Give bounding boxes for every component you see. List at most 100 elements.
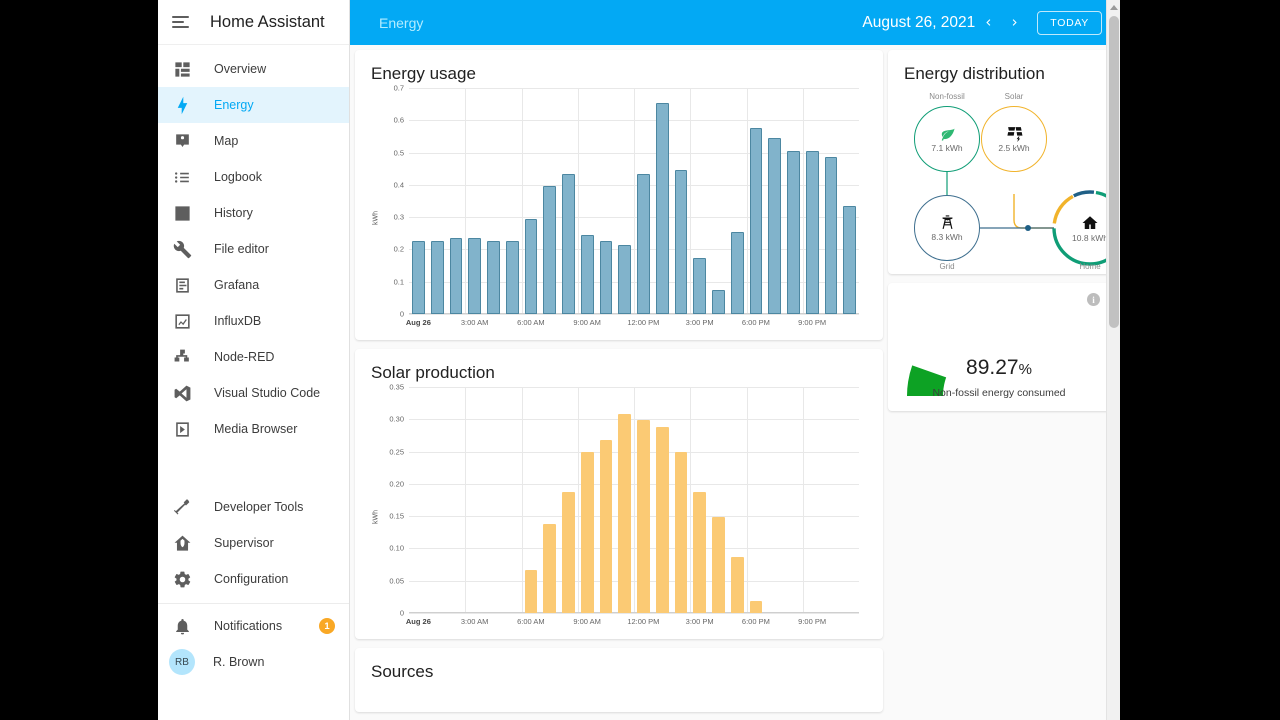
sidebar-item-node-red[interactable]: Node-RED — [158, 339, 349, 375]
chart-bar[interactable] — [430, 241, 444, 314]
chart-bar[interactable] — [674, 452, 688, 613]
node-nonfossil[interactable]: 7.1 kWh — [914, 106, 980, 172]
chart-bar[interactable] — [599, 241, 613, 314]
node-grid[interactable]: 8.3 kWh — [914, 195, 980, 261]
main-column: Energy usage kWh 0 0.1 0.2 0.3 0.4 0.5 0.6 0.7 … — [355, 50, 883, 720]
gridline-vertical — [465, 387, 467, 613]
menu-collapse-icon[interactable] — [172, 11, 194, 33]
gridline-vertical — [746, 88, 748, 314]
sitemap-icon — [170, 345, 194, 369]
node-solar[interactable]: 2.5 kWh — [981, 106, 1047, 172]
chart-box-icon — [170, 201, 194, 225]
sidebar-item-user[interactable]: RB R. Brown — [158, 644, 349, 680]
chart-bar[interactable] — [749, 601, 763, 613]
avatar: RB — [169, 649, 195, 675]
chevron-left-icon[interactable] — [975, 10, 1001, 36]
chart-bar[interactable] — [655, 102, 669, 314]
y-axis-tick: 0.3 — [393, 212, 404, 222]
sidebar-item-label: Energy — [214, 98, 254, 112]
chart-bar[interactable] — [674, 170, 688, 314]
sidebar-item-supervisor[interactable]: Supervisor — [158, 525, 349, 561]
energy-distribution-card: Energy distribution Non-fossil 7.1 kWh S… — [888, 50, 1120, 274]
sidebar-item-grafana[interactable]: Grafana — [158, 267, 349, 303]
chart-bar[interactable] — [468, 238, 481, 314]
today-button[interactable]: TODAY — [1037, 10, 1102, 35]
chart-bar[interactable] — [580, 452, 594, 613]
vertical-scrollbar[interactable] — [1106, 0, 1120, 720]
x-axis-tick: 3:00 PM — [685, 617, 714, 626]
x-axis-tick: 6:00 AM — [517, 318, 545, 327]
scrollbar-thumb[interactable] — [1109, 16, 1119, 328]
gridline-vertical — [634, 387, 635, 613]
transmission-tower-icon — [942, 215, 952, 229]
chart-bar[interactable] — [693, 491, 706, 613]
chart-bar[interactable] — [637, 173, 650, 314]
y-axis-tick: 0.1 — [393, 277, 404, 287]
chart-bar[interactable] — [730, 556, 744, 613]
sidebar-item-logbook[interactable]: Logbook — [158, 159, 349, 195]
gauge: 89.27% Non-fossil energy consumed — [906, 301, 1092, 401]
solar-production-card: Solar production kWh 0 0.05 0.10 0.15 0.20 0.… — [355, 349, 883, 639]
sidebar-item-overview[interactable]: Overview — [158, 51, 349, 87]
sidebar-item-configuration[interactable]: Configuration — [158, 561, 349, 597]
y-axis-tick: 0.15 — [389, 511, 404, 521]
chart-bar[interactable] — [543, 523, 556, 613]
distribution-diagram: Non-fossil 7.1 kWh Solar 2.5 kWh 8.3 kWh — [904, 88, 1120, 271]
chart-bar[interactable] — [693, 257, 706, 314]
x-axis-tick: 9:00 AM — [573, 617, 601, 626]
notification-badge: 1 — [319, 618, 335, 634]
view-dashboard-icon — [170, 57, 194, 81]
node-label-home: Home — [1079, 262, 1101, 271]
sidebar-item-influxdb[interactable]: InfluxDB — [158, 303, 349, 339]
chart-bar[interactable] — [543, 186, 556, 314]
chart-bar[interactable] — [637, 419, 650, 613]
chart-bar[interactable] — [655, 427, 669, 613]
gridline-vertical — [465, 88, 467, 314]
sidebar-item-history[interactable]: History — [158, 195, 349, 231]
dashboard-content: Energy usage kWh 0 0.1 0.2 0.3 0.4 0.5 0.6 0.7 … — [350, 45, 1120, 720]
gauge-number: 89.27 — [966, 356, 1019, 379]
chevron-right-icon[interactable] — [1001, 10, 1027, 36]
chart-bar[interactable] — [618, 414, 631, 613]
chart-bar[interactable] — [843, 205, 856, 314]
page-title: Energy usage — [371, 64, 476, 83]
chart-bar[interactable] — [524, 569, 538, 613]
chart-bar[interactable] — [580, 234, 594, 314]
y-axis-tick: 0 — [399, 309, 404, 319]
gridline-vertical — [577, 88, 579, 314]
chart-bar[interactable] — [449, 238, 463, 314]
y-axis-tick: 0 — [399, 608, 404, 618]
chart-bar[interactable] — [487, 241, 500, 314]
sidebar-item-energy[interactable]: Energy — [158, 87, 349, 123]
sidebar-item-developer-tools[interactable]: Developer Tools — [158, 489, 349, 525]
chart-bar[interactable] — [730, 231, 744, 314]
chart-bar[interactable] — [505, 241, 519, 314]
nonfossil-gauge-card: i 89.27% Non-fossil energy consumed — [888, 283, 1110, 411]
sidebar-item-notifications[interactable]: Notifications 1 — [158, 608, 349, 644]
tab-energy[interactable]: Energy — [379, 15, 423, 31]
chart-bar[interactable] — [562, 491, 575, 613]
chart-bar[interactable] — [712, 516, 725, 613]
chart-bar[interactable] — [805, 150, 819, 314]
sidebar-item-visual-studio-code[interactable]: Visual Studio Code — [158, 375, 349, 411]
y-axis-tick: 0.35 — [389, 382, 404, 392]
sidebar: Home Assistant Overview Energy Map Logbo… — [158, 0, 350, 720]
chart-bar[interactable] — [712, 289, 725, 314]
y-axis-tick: 0.10 — [389, 543, 404, 553]
sidebar-item-map[interactable]: Map — [158, 123, 349, 159]
chart-bar[interactable] — [768, 138, 781, 314]
scroll-up-arrow-icon[interactable] — [1110, 5, 1118, 10]
sidebar-item-file-editor[interactable]: File editor — [158, 231, 349, 267]
app-window: Home Assistant Overview Energy Map Logbo… — [158, 0, 1120, 720]
chart-bar[interactable] — [599, 439, 613, 613]
chart-bar[interactable] — [618, 244, 631, 314]
chart-bar[interactable] — [412, 241, 425, 314]
chart-bar[interactable] — [562, 173, 575, 314]
chart-bar[interactable] — [824, 157, 838, 314]
chart-bar[interactable] — [787, 150, 800, 314]
chart-bar[interactable] — [524, 218, 538, 314]
chart-bar[interactable] — [749, 128, 763, 314]
sidebar-item-media-browser[interactable]: Media Browser — [158, 411, 349, 447]
gridline-vertical — [521, 387, 523, 613]
